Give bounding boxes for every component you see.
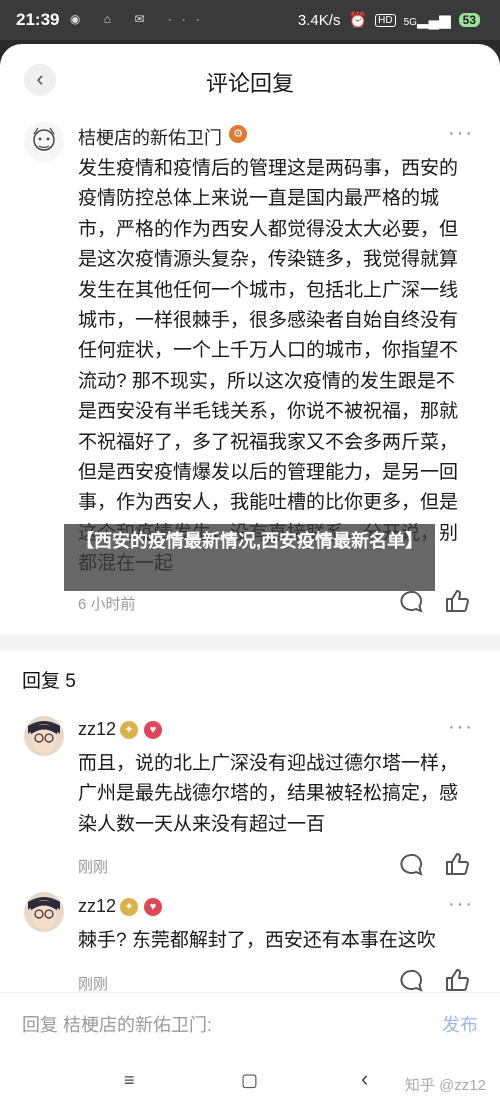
- overlay-caption: 【西安的疫情最新情况,西安疫情最新名单】: [64, 524, 435, 591]
- home-icon[interactable]: ▢: [241, 1070, 258, 1091]
- reply-time: 刚刚: [78, 976, 109, 993]
- hd-icon: HD: [375, 13, 396, 27]
- status-bar: 21:39 ◉ ⌂ ✉ ··· 3.4K/s ⏰ HD 5G▂▄▆ 53: [0, 0, 500, 40]
- username[interactable]: zz12: [78, 719, 116, 740]
- comment-bubble-icon[interactable]: [398, 589, 424, 615]
- reply-input-bar[interactable]: 回复 桔梗店的新佑卫门: 发布: [0, 992, 500, 1053]
- alarm-icon: ⏰: [348, 12, 368, 29]
- status-time: 21:39: [16, 10, 60, 29]
- system-nav-bar: ≡ ▢ ‹ 知乎 @zz12: [0, 1052, 500, 1111]
- header: ‹ 评论回复: [0, 44, 500, 116]
- avatar[interactable]: [24, 892, 64, 932]
- battery-icon: 53: [458, 13, 480, 27]
- watermark: 知乎 @zz12: [404, 1077, 486, 1094]
- network-speed: 3.4K/s: [297, 11, 341, 29]
- comment-sheet: ‹ 评论回复 桔梗店的新佑卫门 ⚙ ··· 发生疫情和疫情后的管理这是两码事，西…: [0, 44, 500, 1111]
- reply-text: 棘手? 东莞都解封了，西安还有本事在这吹: [78, 930, 436, 951]
- back-nav-icon[interactable]: ‹: [361, 1066, 368, 1092]
- replies-count-title: 回复 5: [22, 671, 76, 692]
- comment-bubble-icon[interactable]: [398, 852, 424, 878]
- level-badge-icon: ✦: [120, 721, 138, 739]
- avatar[interactable]: [24, 716, 64, 756]
- username[interactable]: 桔梗店的新佑卫门: [78, 124, 222, 150]
- reply-time: 刚刚: [78, 859, 109, 876]
- comment-bubble-icon[interactable]: [398, 968, 424, 994]
- avatar-anime-icon: [24, 716, 64, 756]
- publish-button[interactable]: 发布: [442, 1011, 478, 1037]
- like-thumb-icon[interactable]: [444, 588, 470, 614]
- level-badge-icon: ✦: [120, 898, 138, 916]
- level-badge-icon: ⚙: [229, 125, 247, 143]
- status-right: 3.4K/s ⏰ HD 5G▂▄▆ 53: [298, 11, 480, 29]
- username[interactable]: zz12: [78, 896, 116, 917]
- more-options-icon[interactable]: ···: [448, 716, 474, 739]
- reply-text: 而且，说的北上广深没有迎战过德尔塔一样，广州是最先战德尔塔的，结果被轻松搞定，感…: [78, 753, 459, 835]
- comment-text: 发生疫情和疫情后的管理这是两码事，西安的疫情防控总体上来说一直是国内最严格的城市…: [78, 158, 459, 574]
- more-options-icon[interactable]: ···: [448, 893, 474, 916]
- like-thumb-icon[interactable]: [444, 851, 470, 877]
- like-thumb-icon[interactable]: [444, 967, 470, 993]
- avatar-sketch-icon: [24, 122, 64, 162]
- vip-badge-icon: ♥: [144, 721, 162, 739]
- avatar-anime-icon: [24, 892, 64, 932]
- avatar[interactable]: [24, 122, 64, 162]
- signal-icon: 5G▂▄▆: [403, 12, 451, 29]
- comment-time: 6 小时前: [78, 596, 136, 613]
- reply-input[interactable]: 回复 桔梗店的新佑卫门:: [22, 1011, 212, 1037]
- section-divider: [0, 634, 500, 650]
- vip-badge-icon: ♥: [144, 898, 162, 916]
- menu-icon[interactable]: ≡: [124, 1070, 135, 1091]
- page-title: 评论回复: [205, 71, 294, 96]
- more-options-icon[interactable]: ···: [448, 122, 474, 145]
- status-notification-icons: ◉ ⌂ ✉ ···: [70, 12, 210, 26]
